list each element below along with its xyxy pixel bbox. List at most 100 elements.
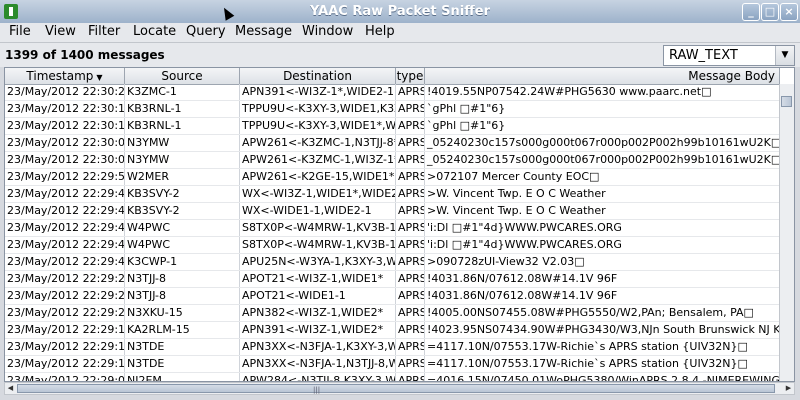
scroll-left-icon[interactable]: ◀ — [5, 383, 16, 394]
timestamp-cell: 23/May/2012 22:30:14 — [7, 101, 125, 117]
table-row[interactable]: 23/May/2012 22:29:41 K3CWP-1 APU25N<-W3YA-… — [5, 254, 780, 271]
message-body-cell: >090728zUI-View32 V2.03□ — [425, 254, 780, 270]
destination-cell: TPPU9U<-K3XY-3,WIDE1*,WIDE2-2 — [242, 118, 396, 134]
source-cell: KB3RNL-1 — [125, 118, 240, 134]
scroll-thumb[interactable] — [781, 96, 792, 107]
scroll-right-icon[interactable]: ▶ — [783, 383, 794, 394]
message-body-cell: >W. Vincent Twp. E O C Weather — [425, 203, 780, 219]
type-cell: APRS — [398, 203, 425, 219]
timestamp-cell: 23/May/2012 22:29:48 — [7, 203, 125, 219]
minimize-icon[interactable]: _ — [742, 3, 760, 21]
destination-cell: APOT21<-WI3Z-1,WIDE1* — [240, 271, 396, 287]
table-row[interactable]: 23/May/2012 22:29:06 NJ2EM APW284<-N3TJJ-8… — [5, 373, 780, 381]
table-row[interactable]: 23/May/2012 22:29:48 KB3SVY-2 WX<-WIDE1-1,… — [5, 203, 780, 220]
table-row[interactable]: 23/May/2012 22:29:12 N3TDE APN3XX<-N3FJA-1… — [5, 356, 780, 373]
destination-cell: WX<-WI3Z-1,WIDE1*,WIDE2-1 — [242, 186, 396, 202]
type-cell: APRS — [396, 373, 425, 381]
menu-filter[interactable]: Filter — [88, 24, 120, 42]
title-bar: YAAC Raw Packet Sniffer _ □ × — [0, 0, 800, 24]
menu-query[interactable]: Query — [186, 24, 226, 42]
message-count: 1399 of 1400 messages — [5, 48, 165, 62]
table-row[interactable]: 23/May/2012 22:29:49 KB3SVY-2 WX<-WI3Z-1,W… — [5, 186, 780, 203]
table-row[interactable]: 23/May/2012 22:29:13 N3TDE APN3XX<-N3FJA-1… — [5, 339, 780, 356]
horizontal-scroll-thumb[interactable]: ||| — [17, 384, 775, 394]
column-header-type[interactable]: type — [396, 68, 425, 84]
message-body-cell: !4005.00NS07455.08W#PHG5550/W2,PAn; Bens… — [425, 305, 780, 321]
vertical-scrollbar[interactable] — [779, 84, 794, 381]
timestamp-cell: 23/May/2012 22:29:53 — [7, 169, 125, 185]
table-row[interactable]: 23/May/2012 22:29:46 W4PWC S8TX0P<-W4MRW-1… — [5, 237, 780, 254]
timestamp-cell: 23/May/2012 22:30:06 — [7, 135, 125, 151]
timestamp-cell: 23/May/2012 22:29:41 — [7, 254, 125, 270]
type-cell: APRS — [398, 339, 425, 355]
table-row[interactable]: 23/May/2012 22:29:29 N3TJJ-8 APOT21<-WI3Z-… — [5, 271, 780, 288]
type-cell: APRS — [398, 305, 425, 321]
source-cell: K3ZMC-1 — [125, 84, 240, 100]
timestamp-cell: 23/May/2012 22:29:17 — [7, 322, 125, 338]
source-cell: W2MER — [125, 169, 240, 185]
source-cell: N3TJJ-8 — [125, 271, 240, 287]
timestamp-cell: 23/May/2012 22:29:12 — [7, 356, 125, 372]
message-body-cell: !4031.86N/07612.08W#14.1V 96F — [425, 288, 780, 304]
message-body-cell: _05240230c157s000g000t067r000p002P002h99… — [427, 152, 780, 168]
table-header: Timestamp ▼ Source Destination type Messa… — [5, 68, 780, 85]
table-row[interactable]: 23/May/2012 22:29:47 W4PWC S8TX0P<-W4MRW-1… — [5, 220, 780, 237]
maximize-icon[interactable]: □ — [761, 3, 779, 21]
source-cell: N3YMW — [125, 135, 240, 151]
table-row[interactable]: 23/May/2012 22:30:14 KB3RNL-1 TPPU9U<-K3XY… — [5, 101, 780, 118]
destination-cell: APW261<-K2GE-15,WIDE1*,WIDE2* — [242, 169, 396, 185]
column-header-destination[interactable]: Destination — [240, 68, 396, 84]
chevron-down-icon[interactable]: ▼ — [775, 46, 794, 65]
source-cell: N3XKU-15 — [125, 305, 240, 321]
horizontal-scrollbar[interactable]: ◀ ||| ▶ — [4, 382, 795, 395]
menu-locate[interactable]: Locate — [133, 24, 176, 42]
close-icon[interactable]: × — [780, 3, 798, 21]
menu-bar: File View Filter Locate Query Message Wi… — [0, 23, 800, 43]
type-cell: APRS — [398, 322, 425, 338]
message-body-cell: `gPhl □#1"6} — [425, 118, 780, 134]
type-cell: APRS — [398, 288, 425, 304]
source-cell: K3CWP-1 — [125, 254, 240, 270]
table-row[interactable]: 23/May/2012 22:29:28 N3TJJ-8 APOT21<-WIDE1… — [5, 288, 780, 305]
format-select[interactable]: RAW_TEXT ▼ — [663, 45, 795, 66]
destination-cell: APU25N<-W3YA-1,K3XY-3,WIDE2* — [240, 254, 396, 270]
timestamp-cell: 23/May/2012 22:29:46 — [7, 237, 125, 253]
menu-window[interactable]: Window — [302, 24, 353, 42]
menu-view[interactable]: View — [45, 24, 76, 42]
destination-cell: APOT21<-WIDE1-1 — [240, 288, 396, 304]
source-cell: W4PWC — [125, 237, 240, 253]
destination-cell: APN382<-WI3Z-1,WIDE2* — [240, 305, 396, 321]
table-row[interactable]: 23/May/2012 22:30:06 N3YMW APW261<-K3ZMC-1… — [5, 135, 780, 152]
timestamp-cell: 23/May/2012 22:29:29 — [7, 271, 125, 287]
destination-cell: APN391<-WI3Z-1,WIDE2* — [240, 322, 396, 338]
table-row[interactable]: 23/May/2012 22:29:53 W2MER APW261<-K2GE-15… — [5, 169, 780, 186]
table-row[interactable]: 23/May/2012 22:29:17 KA2RLM-15 APN391<-WI3… — [5, 322, 780, 339]
type-cell: APRS — [398, 237, 425, 253]
source-cell: KA2RLM-15 — [125, 322, 240, 338]
message-body-cell: =4016.15N/07450.01WoPHG5380/WinAPRS 2.8.… — [425, 373, 780, 381]
table-row[interactable]: 23/May/2012 22:30:05 N3YMW APW261<-K3ZMC-1… — [5, 152, 780, 169]
message-body-cell: =4117.10N/07553.17W-Richie`s APRS statio… — [425, 339, 780, 355]
menu-message[interactable]: Message — [235, 24, 292, 42]
menu-help[interactable]: Help — [365, 24, 395, 42]
column-header-source[interactable]: Source — [125, 68, 240, 84]
grip-icon: ||| — [313, 386, 321, 394]
column-header-message-body[interactable]: Message Body — [425, 68, 780, 84]
destination-cell: APW284<-N3TJJ-8,K3XY-3,WIDE2* — [240, 373, 396, 381]
window-title: YAAC Raw Packet Sniffer — [309, 4, 491, 19]
timestamp-cell: 23/May/2012 22:29:47 — [7, 220, 125, 236]
table-row[interactable]: 23/May/2012 22:30:12 KB3RNL-1 TPPU9U<-K3XY… — [5, 118, 780, 135]
menu-file[interactable]: File — [9, 24, 31, 42]
table-row[interactable]: 23/May/2012 22:29:21 N3XKU-15 APN382<-WI3Z… — [5, 305, 780, 322]
table-row[interactable]: 23/May/2012 22:30:21 K3ZMC-1 APN391<-WI3Z-… — [5, 84, 780, 101]
type-cell: APRS — [398, 356, 425, 372]
destination-cell: S8TX0P<-W4MRW-1,KV3B-1,WIDE2,N3... — [242, 220, 396, 236]
sort-descending-icon: ▼ — [96, 73, 103, 82]
timestamp-cell: 23/May/2012 22:30:05 — [7, 152, 125, 168]
destination-cell: APW261<-K3ZMC-1,N3TJJ-8*,WIDE2-1 — [242, 135, 396, 151]
source-cell: W4PWC — [125, 220, 240, 236]
source-cell: KB3RNL-1 — [125, 101, 240, 117]
destination-cell: WX<-WIDE1-1,WIDE2-1 — [240, 203, 396, 219]
message-body-cell: =4117.10N/07553.17W-Richie`s APRS statio… — [425, 356, 780, 372]
column-header-timestamp[interactable]: Timestamp ▼ — [5, 68, 125, 84]
